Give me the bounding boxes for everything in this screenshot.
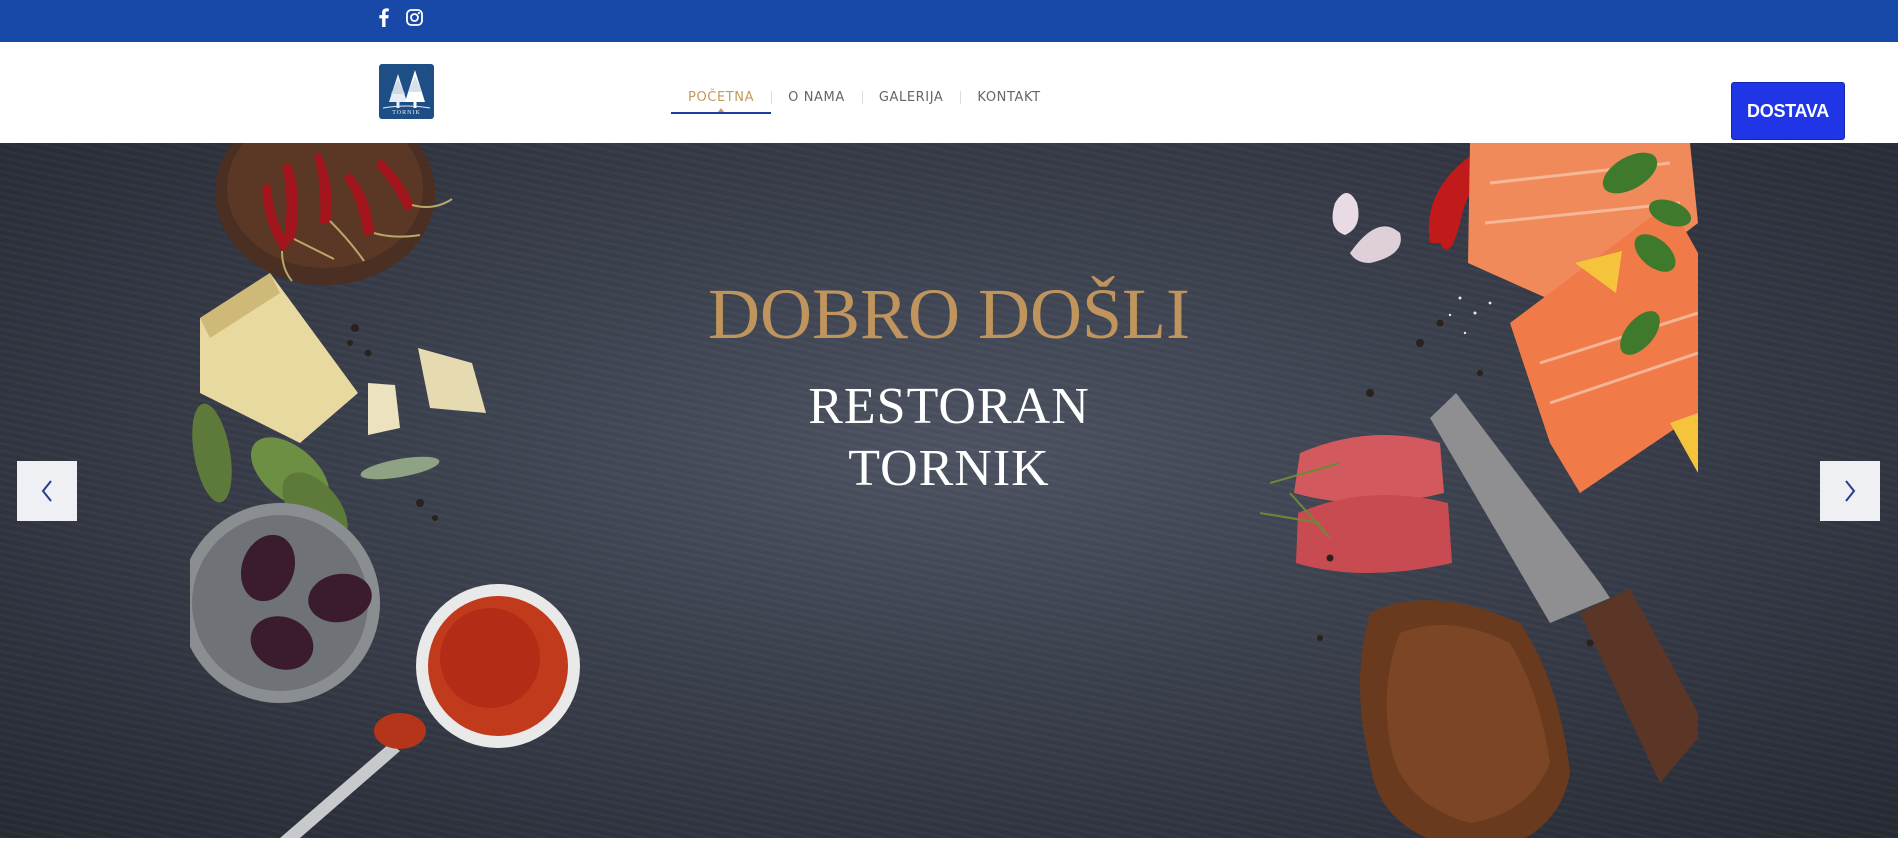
slider-next-button[interactable] — [1820, 461, 1880, 521]
chevron-right-icon — [1845, 480, 1856, 502]
hero-title-line: TORNIK — [848, 440, 1050, 497]
facebook-icon[interactable] — [376, 6, 392, 28]
hero-welcome-heading: DOBRO DOŠLI — [707, 274, 1191, 354]
instagram-icon[interactable] — [403, 6, 425, 28]
chevron-left-icon — [41, 480, 52, 502]
nav-item-o-nama[interactable]: O NAMA — [771, 80, 862, 114]
nav-item-label: POČETNA — [688, 89, 755, 105]
hero-title: RESTORAN TORNIK — [0, 376, 1898, 500]
logo-text: TORNIK — [392, 110, 421, 116]
nav-item-pocetna[interactable]: POČETNA — [671, 80, 772, 114]
restaurant-logo[interactable]: TORNIK — [379, 64, 434, 119]
active-underline — [671, 112, 772, 114]
hero-slider: DOBRO DOŠLI RESTORAN TORNIK — [0, 143, 1898, 838]
site-header: TORNIK POČETNA O NAMA GALERIJA KONTAKT D… — [0, 42, 1898, 143]
slider-prev-button[interactable] — [17, 461, 77, 521]
social-topbar — [0, 0, 1898, 42]
main-nav: POČETNA O NAMA GALERIJA KONTAKT DOSTAVA — [671, 80, 1845, 140]
dostava-button[interactable]: DOSTAVA — [1731, 82, 1845, 140]
nav-item-kontakt[interactable]: KONTAKT — [960, 80, 1057, 114]
nav-item-label: KONTAKT — [977, 89, 1041, 105]
active-caret-icon — [718, 108, 725, 112]
nav-item-galerija[interactable]: GALERIJA — [861, 80, 961, 114]
nav-item-label: GALERIJA — [878, 89, 944, 105]
nav-item-label: O NAMA — [788, 89, 845, 105]
hero-title-line: RESTORAN — [808, 378, 1090, 435]
